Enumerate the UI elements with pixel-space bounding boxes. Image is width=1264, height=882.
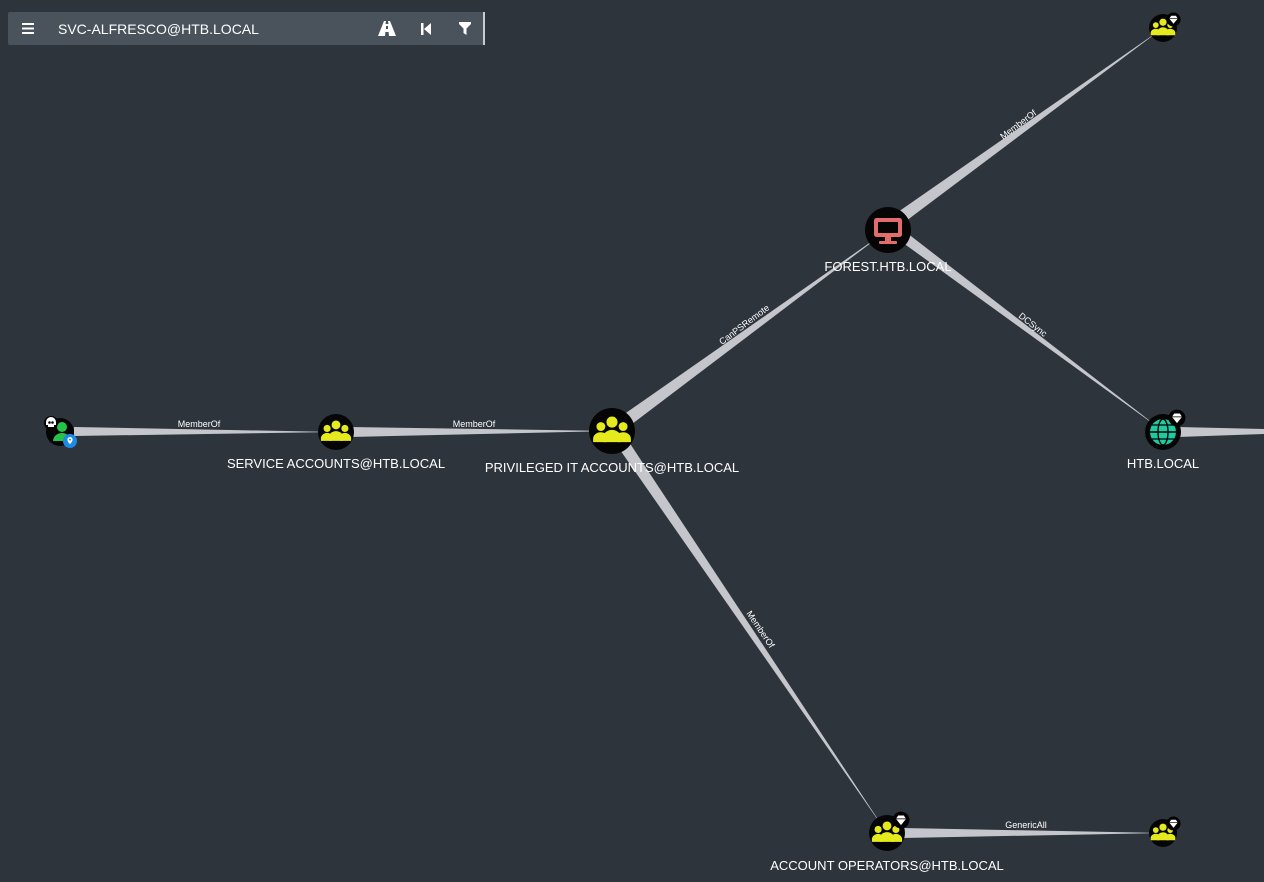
menu-button[interactable]: [13, 12, 43, 45]
node-group-privileged-it-accounts[interactable]: [589, 408, 635, 454]
road-icon: [378, 21, 396, 36]
skull-icon: [44, 416, 58, 430]
search-input[interactable]: [52, 17, 352, 40]
node-group-service-accounts[interactable]: [318, 414, 354, 450]
node-user-svc-alfresco[interactable]: [44, 416, 77, 448]
filter-button[interactable]: [450, 12, 480, 45]
diamond-icon: [1166, 12, 1181, 27]
graph-canvas[interactable]: MemberOf MemberOf CanPSRemote MemberOf D…: [0, 0, 1264, 882]
node-group-top-right[interactable]: [1149, 12, 1181, 42]
node-label-privileged-it-accounts: PRIVILEGED IT ACCOUNTS@HTB.LOCAL: [485, 460, 739, 475]
node-label-forest: FOREST.HTB.LOCAL: [824, 259, 951, 274]
step-backward-icon: [420, 22, 431, 35]
hamburger-menu-icon: [22, 23, 34, 34]
node-computer-forest[interactable]: [865, 207, 911, 253]
edge-label: MemberOf: [178, 419, 221, 429]
diamond-icon: [1168, 409, 1186, 427]
pathfinding-button[interactable]: [372, 12, 402, 45]
node-group-bottom-right[interactable]: [1149, 816, 1181, 847]
location-marker-icon: [63, 434, 77, 448]
edge-htblocal-offscreen[interactable]: [1178, 427, 1264, 437]
edge-memberof-forest-topgroup[interactable]: [898, 28, 1163, 221]
edge-memberof-privileged-accountops[interactable]: [618, 442, 887, 833]
diamond-icon: [892, 811, 910, 829]
filter-icon: [459, 22, 471, 35]
node-label-htb-local: HTB.LOCAL: [1127, 456, 1199, 471]
node-group-account-operators[interactable]: [869, 811, 910, 851]
node-domain-htb-local[interactable]: [1145, 409, 1186, 450]
back-button[interactable]: [411, 12, 441, 45]
edge-label: MemberOf: [453, 419, 496, 429]
search-toolbar: [8, 12, 485, 45]
edge-label: GenericAll: [1005, 820, 1047, 830]
diamond-icon: [1166, 816, 1181, 831]
node-label-service-accounts: SERVICE ACCOUNTS@HTB.LOCAL: [227, 456, 445, 471]
node-label-account-operators: ACCOUNT OPERATORS@HTB.LOCAL: [770, 858, 1004, 873]
